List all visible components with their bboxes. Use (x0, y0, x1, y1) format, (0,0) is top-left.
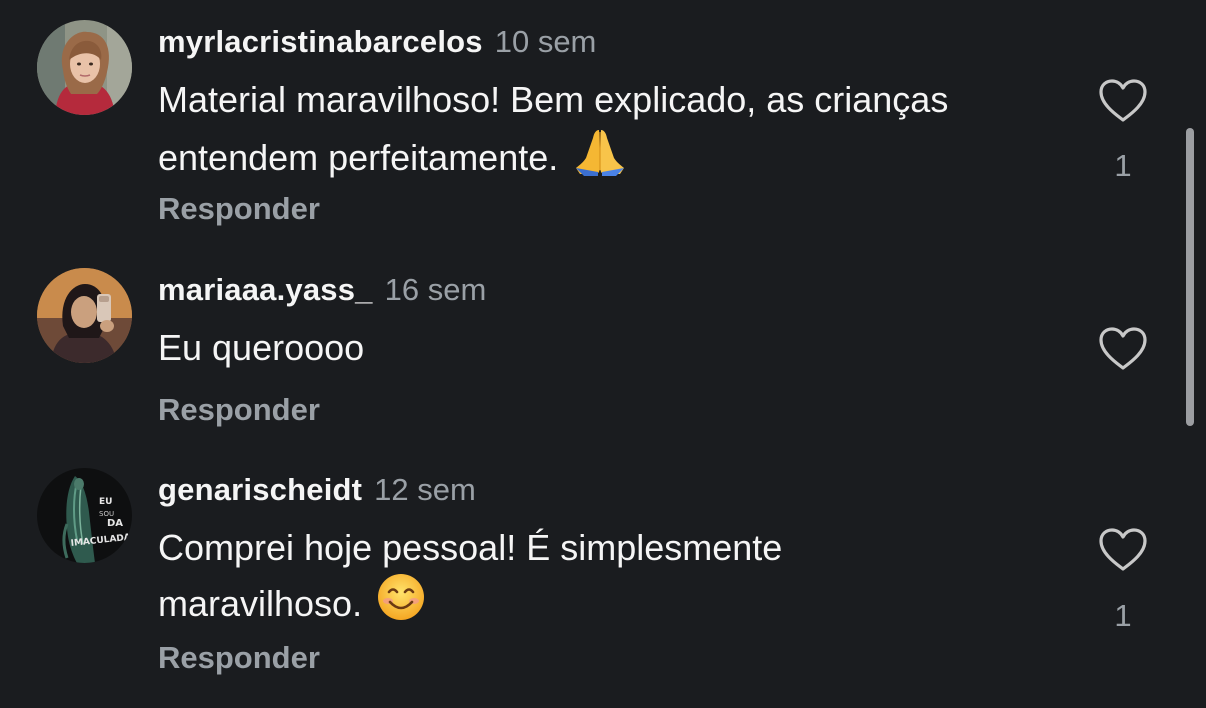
comment-body: Comprei hoje pessoal! É simplesmente mar… (158, 527, 783, 624)
comment-header: mariaaa.yass_ 16 sem (158, 270, 486, 310)
reply-button[interactable]: Responder (158, 390, 320, 430)
mirror-selfie-avatar (37, 268, 132, 363)
comment-text: Comprei hoje pessoal! É simplesmente mar… (158, 524, 918, 634)
comment-body: Eu queroooo (158, 327, 365, 368)
like-button[interactable] (1098, 78, 1148, 124)
heart-icon (1099, 327, 1147, 370)
like-count: 1 (1114, 148, 1132, 183)
comment-body: Material maravilhoso! Bem explicado, as … (158, 79, 949, 178)
poster-word-eu: EU (99, 497, 112, 507)
folded-hands-icon (572, 124, 628, 188)
comment-item: myrlacristinabarcelos 10 sem Material mar… (0, 0, 1180, 250)
poster-word-sou: SOU (99, 510, 114, 518)
comment-header: genarischeidt 12 sem (158, 470, 476, 510)
heart-icon (1099, 528, 1147, 571)
like-button[interactable] (1098, 326, 1148, 372)
timestamp: 10 sem (494, 24, 597, 59)
comment-text: Material maravilhoso! Bem explicado, as … (158, 76, 1058, 188)
username[interactable]: myrlacristinabarcelos (158, 24, 483, 59)
reply-button[interactable]: Responder (158, 638, 320, 678)
timestamp: 12 sem (374, 472, 476, 507)
comments-list: myrlacristinabarcelos 10 sem Material mar… (0, 0, 1206, 708)
timestamp: 16 sem (384, 272, 487, 307)
heart-icon (1099, 79, 1147, 122)
scrollbar[interactable] (1186, 128, 1194, 426)
comment-text: Eu queroooo (158, 324, 1058, 372)
imaculada-poster-avatar: EU SOU DA IMACULADA! (37, 468, 132, 563)
woman-portrait-avatar (37, 20, 132, 115)
like-count: 1 (1114, 598, 1132, 633)
like-button[interactable] (1098, 527, 1148, 573)
username[interactable]: mariaaa.yass_ (158, 272, 373, 307)
comment-item: EU SOU DA IMACULADA! genarischeidt 12 sem… (0, 450, 1180, 708)
smiling-face-icon (376, 572, 426, 634)
username[interactable]: genarischeidt (158, 472, 362, 507)
avatar[interactable]: EU SOU DA IMACULADA! (37, 468, 132, 563)
poster-word-da: DA (107, 518, 123, 529)
comment-header: myrlacristinabarcelos 10 sem (158, 22, 596, 62)
avatar[interactable] (37, 20, 132, 115)
comment-item: mariaaa.yass_ 16 sem Eu queroooo Responde… (0, 250, 1180, 450)
reply-button[interactable]: Responder (158, 189, 320, 229)
avatar[interactable] (37, 268, 132, 363)
